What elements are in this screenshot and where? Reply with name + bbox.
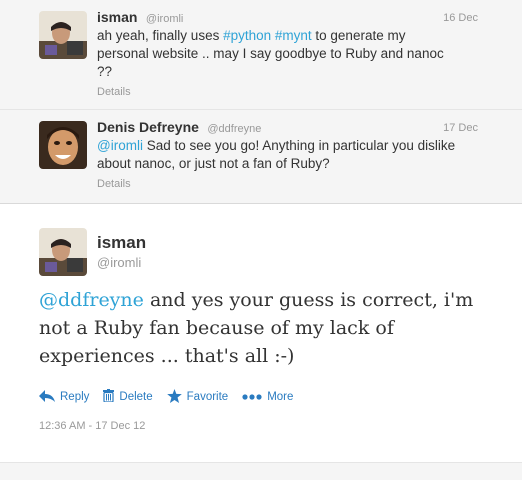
avatar[interactable] (39, 228, 87, 276)
mention-link[interactable]: @iromli (97, 138, 143, 153)
details-link[interactable]: Details (97, 178, 131, 190)
tweet-text: @ddfreyne and yes your guess is correct,… (39, 286, 509, 370)
tweet-text-part: ah yeah, finally uses (97, 28, 224, 43)
tweet-date[interactable]: 17 Dec (443, 122, 478, 134)
tweet-text: @iromli Sad to see you go! Anything in p… (97, 137, 457, 173)
reply-button[interactable]: Reply (39, 389, 90, 405)
context-tweet[interactable]: Denis Defreyne @ddfreyne 17 Dec @iromli … (0, 110, 522, 204)
hashtag-link[interactable]: #python (223, 28, 271, 43)
star-icon (166, 388, 182, 406)
more-dots-icon (242, 391, 262, 403)
fullname[interactable]: Denis Defreyne (97, 119, 199, 135)
screen-name[interactable]: @iromli (97, 255, 141, 270)
more-button[interactable]: More (242, 391, 293, 403)
details-link[interactable]: Details (97, 86, 131, 98)
screen-name[interactable]: @iromli (146, 13, 183, 25)
avatar[interactable] (39, 11, 87, 59)
delete-button[interactable]: Delete (103, 389, 153, 405)
tweet-header: Denis Defreyne @ddfreyne 17 Dec (97, 119, 522, 137)
delete-label: Delete (119, 391, 153, 403)
tweet-timestamp[interactable]: 12:36 AM - 17 Dec 12 (39, 420, 145, 432)
hashtag-link[interactable]: #mynt (275, 28, 312, 43)
favorite-button[interactable]: Favorite (166, 388, 229, 406)
reply-label: Reply (60, 391, 90, 403)
tweet-text: ah yeah, finally uses #python #mynt to g… (97, 27, 457, 81)
fullname[interactable]: isman (97, 9, 137, 25)
screen-name[interactable]: @ddfreyne (207, 123, 261, 135)
context-tweet[interactable]: isman @iromli 16 Dec ah yeah, finally us… (0, 0, 522, 110)
avatar[interactable] (39, 121, 87, 169)
reply-area-divider (0, 462, 522, 480)
main-tweet: isman @iromli @ddfreyne and yes your gue… (0, 204, 522, 462)
tweet-actions: Reply Delete Favorite More (39, 387, 307, 407)
tweet-header: isman @iromli 16 Dec (97, 9, 522, 27)
mention-link[interactable]: @ddfreyne (39, 289, 144, 311)
fullname[interactable]: isman (97, 233, 146, 253)
tweet-text-part: Sad to see you go! Anything in particula… (97, 138, 456, 171)
tweet-date[interactable]: 16 Dec (443, 12, 478, 24)
trash-icon (103, 389, 115, 405)
reply-icon (39, 389, 55, 405)
tweet-thread: isman @iromli 16 Dec ah yeah, finally us… (0, 0, 522, 480)
more-label: More (267, 391, 294, 403)
favorite-label: Favorite (186, 391, 229, 403)
